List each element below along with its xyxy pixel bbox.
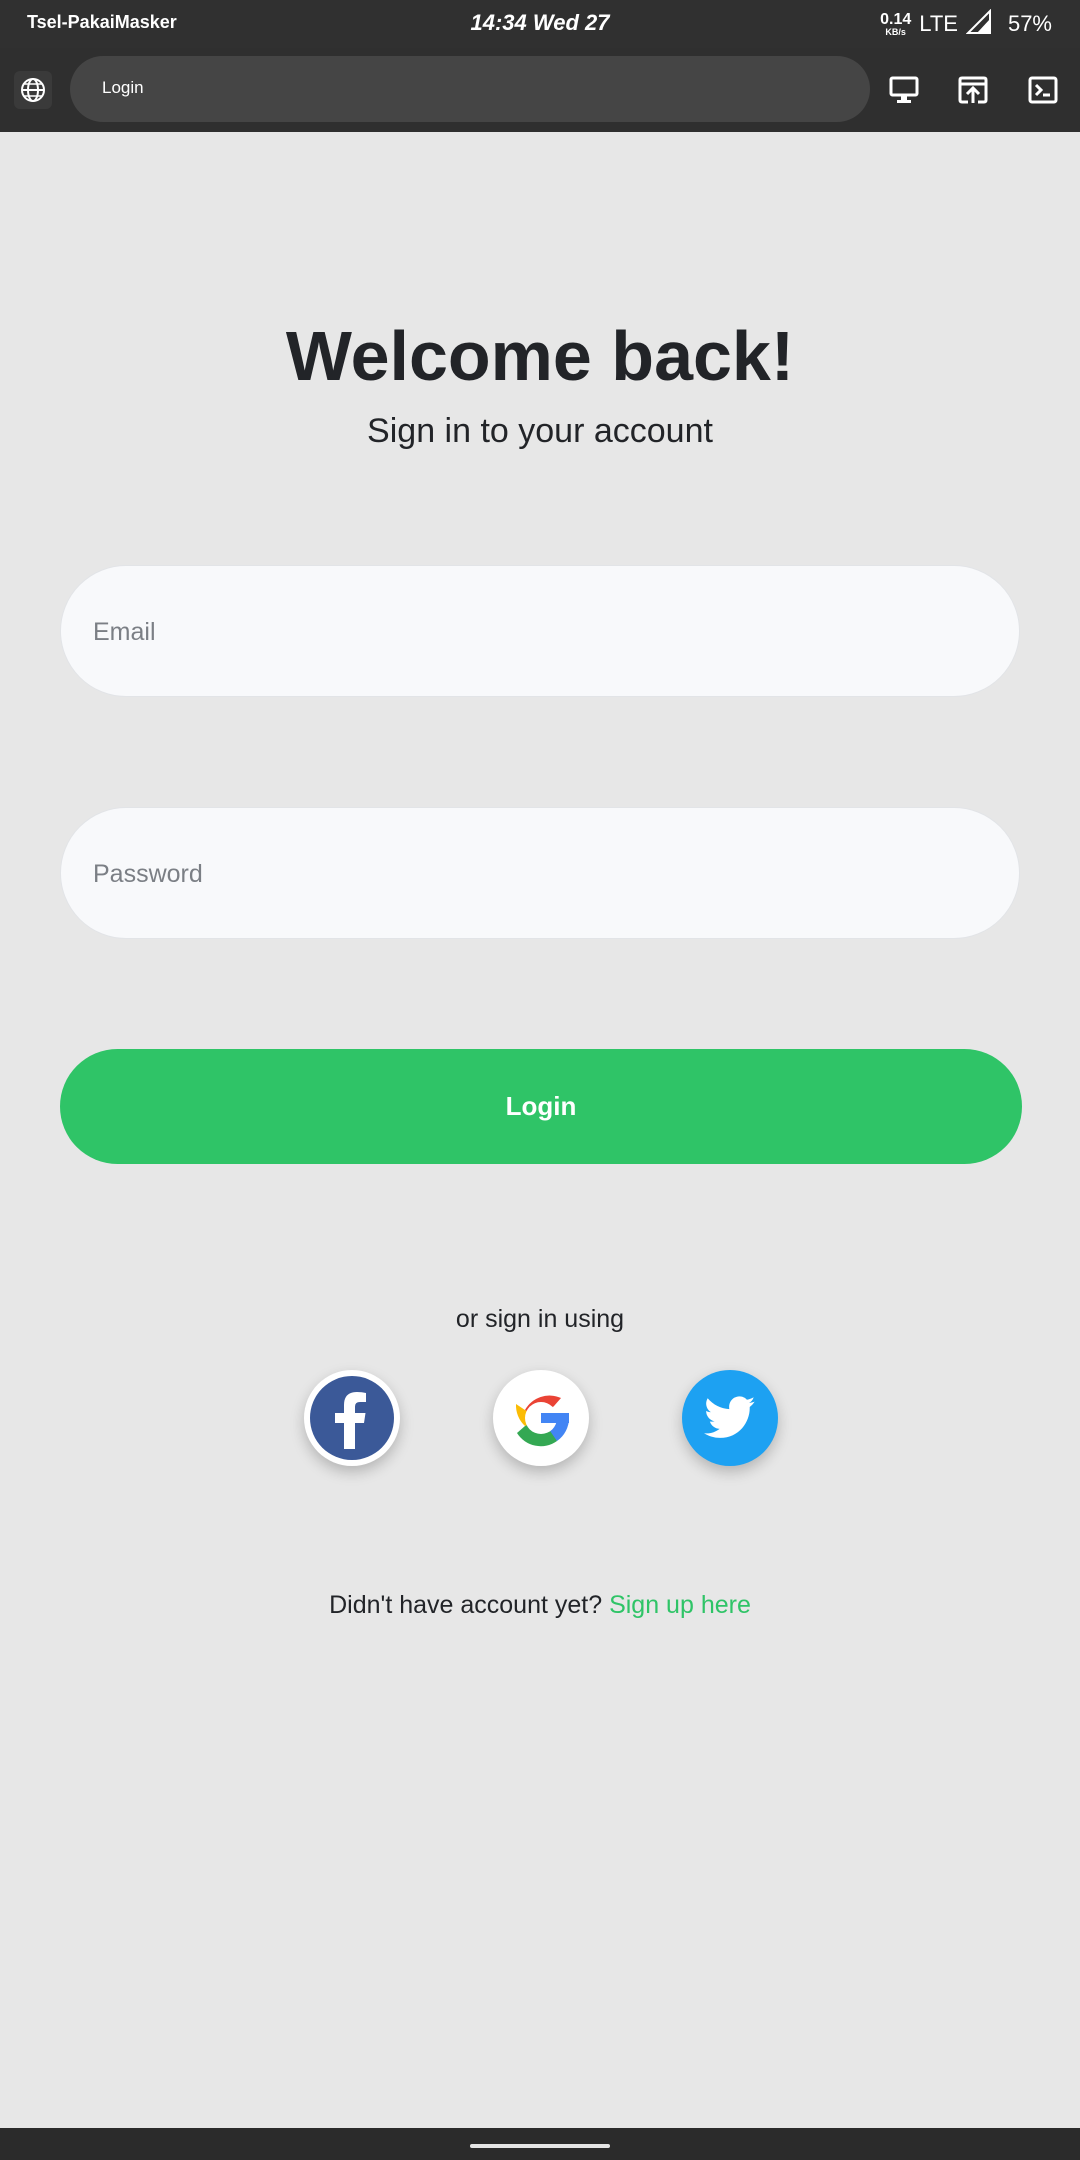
terminal-icon[interactable] — [1023, 70, 1063, 110]
google-login-button[interactable] — [493, 1370, 589, 1466]
facebook-icon — [310, 1376, 394, 1460]
status-bar: Tsel-PakaiMasker 14:34 Wed 27 0.14 KB/s … — [0, 0, 1080, 48]
browser-toolbar: Login — [0, 48, 1080, 132]
social-divider-text: or sign in using — [455, 1305, 625, 1333]
home-indicator[interactable] — [470, 2144, 610, 2148]
password-field[interactable] — [60, 807, 1020, 940]
url-text: Login — [102, 78, 144, 97]
page-title: Welcome back! — [285, 317, 795, 395]
open-external-icon[interactable] — [953, 70, 993, 110]
twitter-icon — [704, 1396, 756, 1438]
network-speed: 0.14 KB/s — [880, 10, 912, 37]
page-subtitle: Sign in to your account — [367, 412, 713, 450]
email-input[interactable] — [91, 566, 975, 698]
desktop-icon[interactable] — [884, 70, 924, 110]
status-indicators: 0.14 KB/s LTE 57% — [880, 8, 1052, 40]
network-type: LTE — [919, 11, 958, 36]
twitter-login-button[interactable] — [682, 1370, 778, 1466]
facebook-login-button[interactable] — [304, 1370, 400, 1466]
signup-prompt: Didn't have account yet? Sign up here — [0, 1591, 1080, 1620]
globe-icon[interactable] — [14, 71, 52, 109]
signup-link[interactable]: Sign up here — [609, 1591, 751, 1619]
battery-level: 57% — [1007, 11, 1052, 36]
url-bar[interactable]: Login — [70, 56, 870, 122]
email-field[interactable] — [60, 565, 1020, 698]
signal-icon — [965, 8, 992, 40]
signup-prompt-text: Didn't have account yet? — [329, 1591, 603, 1619]
login-button[interactable]: Login — [60, 1049, 1022, 1164]
network-speed-unit: KB/s — [885, 26, 906, 37]
password-input[interactable] — [91, 808, 975, 940]
navigation-bar — [0, 2128, 1080, 2160]
network-speed-value: 0.14 — [880, 10, 912, 28]
google-icon — [515, 1395, 569, 1447]
